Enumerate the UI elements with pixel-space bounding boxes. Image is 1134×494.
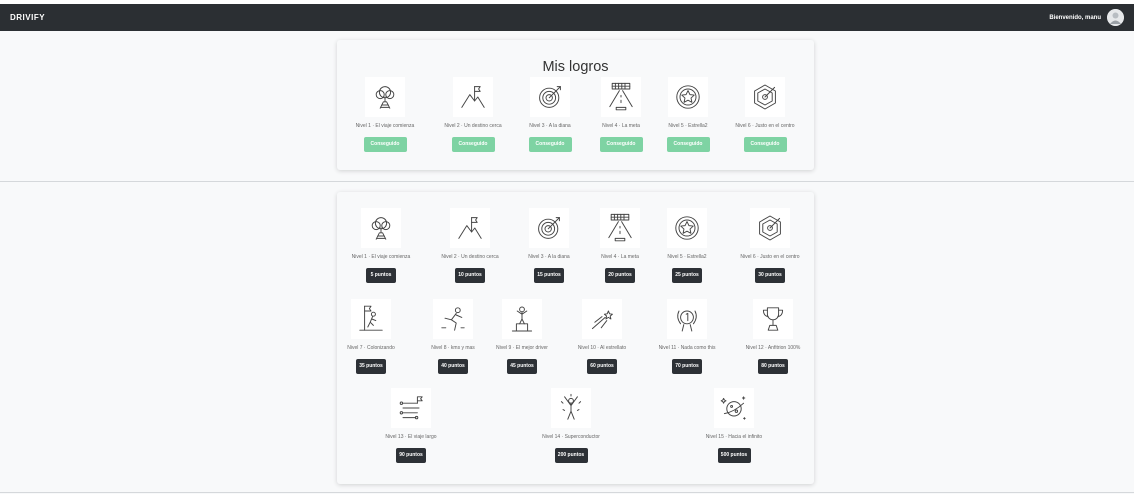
badge-image: [365, 77, 405, 117]
tree-road-icon: [371, 217, 391, 240]
shooting-star-icon: [591, 310, 613, 330]
badge-label: Nivel 14 · Superconductor: [542, 434, 600, 440]
badge-label: Nivel 15 · Hacia el infinito: [705, 434, 763, 440]
points-button[interactable]: 60 puntos: [587, 359, 617, 374]
points-button[interactable]: 80 puntos: [758, 359, 788, 374]
points-button[interactable]: 200 puntos: [554, 448, 588, 463]
badge-image: [750, 208, 790, 248]
badge-label: Nivel 6 · Justo en el centro: [740, 254, 800, 260]
welcome-text: Bienvenido, manu: [1049, 14, 1101, 21]
runner-icon: [441, 307, 465, 331]
badge-image: [667, 208, 707, 248]
badge-image: [551, 388, 591, 428]
badge-image: [667, 299, 707, 339]
badge-label: Nivel 13 · El viaje largo: [385, 434, 437, 440]
levels-card: Nivel 1 · El viaje comienza 5 puntos Nivel…: [337, 192, 814, 484]
achieved-status-button[interactable]: Conseguido: [363, 137, 407, 152]
star-badge-icon: [676, 85, 700, 109]
star-badge-icon: [675, 216, 699, 240]
bullseye-icon: [759, 215, 781, 241]
badge-image: [361, 208, 401, 248]
badge-image: [450, 208, 490, 248]
points-button[interactable]: 5 puntos: [366, 268, 396, 283]
badge-image: [391, 388, 431, 428]
points-button[interactable]: 30 puntos: [755, 268, 785, 283]
achievements-card: Mis logros Nivel 1 · El viaje comienza Co…: [337, 40, 814, 170]
points-button[interactable]: 15 puntos: [534, 268, 564, 283]
brand-logo[interactable]: DRIVIFY: [10, 13, 45, 22]
bullseye-icon: [754, 84, 776, 110]
user-avatar-icon: [1107, 9, 1124, 26]
badge-label: Nivel 6 · Justo en el centro: [735, 123, 795, 129]
user-menu[interactable]: Bienvenido, manu: [1049, 9, 1124, 26]
badge-image: [351, 299, 391, 339]
laurel-medal-icon: [677, 310, 697, 332]
badge-image: [502, 299, 542, 339]
navbar: DRIVIFY Bienvenido, manu: [0, 4, 1134, 31]
level-badge: Nivel 6 · Justo en el centro Conseguido: [710, 77, 820, 157]
winding-route-icon: [399, 396, 423, 420]
level-badge: Nivel 15 · Hacia el infinito 500 puntos: [679, 388, 789, 468]
climber-flag-icon: [359, 305, 383, 331]
avatar[interactable]: [1107, 9, 1124, 26]
level-badge: Nivel 6 · Justo en el centro 30 puntos: [715, 208, 825, 288]
level-badge: Nivel 12 · Anfitrion 100% 80 puntos: [718, 299, 828, 379]
achieved-status-button[interactable]: Conseguido: [451, 137, 495, 152]
points-button[interactable]: 35 puntos: [356, 359, 386, 374]
badge-image: [453, 77, 493, 117]
badge-image: [745, 77, 785, 117]
points-button[interactable]: 20 puntos: [605, 268, 635, 283]
points-button[interactable]: 25 puntos: [672, 268, 702, 283]
target-arrow-icon: [538, 217, 560, 239]
badge-image: [714, 388, 754, 428]
points-button[interactable]: 500 puntos: [717, 448, 751, 463]
planet-icon: [720, 396, 746, 420]
target-arrow-icon: [539, 86, 561, 108]
podium-icon: [511, 306, 533, 332]
trophy-icon: [762, 307, 784, 331]
points-button[interactable]: 10 puntos: [455, 268, 485, 283]
level-badge: Nivel 14 · Superconductor 200 puntos: [516, 388, 626, 468]
mountain-flag-icon: [458, 217, 482, 239]
mountain-flag-icon: [461, 86, 485, 108]
tree-road-icon: [375, 86, 395, 109]
badge-image: [529, 208, 569, 248]
bottom-divider: [0, 492, 1134, 493]
badge-image: [582, 299, 622, 339]
achieved-status-button[interactable]: Conseguido: [743, 137, 787, 152]
badge-label: Nivel 12 · Anfitrion 100%: [745, 345, 801, 351]
points-button[interactable]: 40 puntos: [438, 359, 468, 374]
badge-image: [668, 77, 708, 117]
level-badge: Nivel 13 · El viaje largo 90 puntos: [356, 388, 466, 468]
page-title: Mis logros: [542, 58, 609, 75]
achieved-status-button[interactable]: Conseguido: [666, 137, 710, 152]
celebrating-person-icon: [560, 393, 582, 420]
section-divider: [0, 181, 1134, 182]
badge-image: [753, 299, 793, 339]
points-button[interactable]: 70 puntos: [672, 359, 702, 374]
points-button[interactable]: 45 puntos: [507, 359, 537, 374]
points-button[interactable]: 90 puntos: [396, 448, 426, 463]
badge-image: [530, 77, 570, 117]
